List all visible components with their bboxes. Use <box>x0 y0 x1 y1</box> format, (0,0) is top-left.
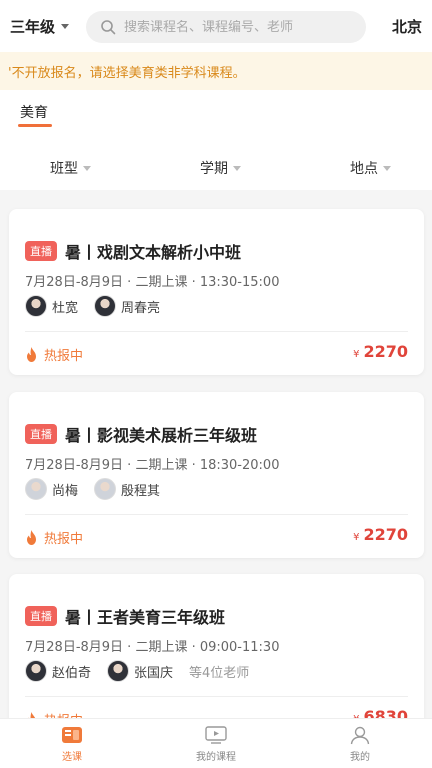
tabbar-label: 选课 <box>62 752 82 763</box>
video-course-icon <box>205 726 227 744</box>
course-title: 暑丨影视美术展析三年级班 <box>65 426 258 445</box>
course-card[interactable]: 直播 暑丨王者美育三年级班 7月28日-8月9日 · 二期上课 · 09:00-… <box>9 574 424 740</box>
person-icon <box>350 726 370 745</box>
course-schedule: 7月28日-8月9日 · 二期上课 · 18:30-20:00 <box>25 458 280 473</box>
filter-bar: 班型 学期 地点 <box>0 142 432 190</box>
divider <box>25 331 408 332</box>
teacher-item: 杜宽 <box>25 295 78 317</box>
fire-icon <box>27 530 36 545</box>
category-tabs: 美育 <box>0 90 432 142</box>
avatar <box>25 660 47 682</box>
avatar <box>94 295 117 317</box>
course-card[interactable]: 直播 暑丨戏剧文本解析小中班 7月28日-8月9日 · 二期上课 · 13:30… <box>9 209 424 375</box>
price: ¥2270 <box>353 342 408 361</box>
status-label: 热报中 <box>25 528 83 547</box>
chevron-down-icon <box>383 165 391 171</box>
filter-class-type[interactable]: 班型 <box>50 158 91 178</box>
avatar <box>107 660 130 682</box>
divider <box>25 514 408 515</box>
price: ¥2270 <box>353 525 408 544</box>
course-card[interactable]: 直播 暑丨影视美术展析三年级班 7月28日-8月9日 · 二期上课 · 18:3… <box>9 392 424 558</box>
grade-selector[interactable]: 三年级 <box>10 16 70 37</box>
teacher-list: 赵伯奇 张国庆 等4位老师 <box>25 660 249 682</box>
teacher-name: 赵伯奇 <box>52 665 92 681</box>
chevron-down-icon <box>233 165 241 171</box>
bottom-tab-bar: 选课 我的课程 我的 <box>0 718 432 768</box>
tab-meiyu[interactable]: 美育 <box>20 102 48 122</box>
more-teachers: 等4位老师 <box>189 665 250 681</box>
price-value: 2270 <box>363 342 408 361</box>
grade-label: 三年级 <box>10 17 56 36</box>
tabbar-item-select-course[interactable]: 选课 <box>0 719 144 768</box>
teacher-name: 张国庆 <box>134 665 174 681</box>
tabbar-item-my-courses[interactable]: 我的课程 <box>144 719 288 768</box>
teacher-item: 周春亮 <box>94 295 160 317</box>
tabbar-label: 我的 <box>350 752 370 763</box>
teacher-list: 尚梅 殷程其 <box>25 478 176 500</box>
status-text: 热报中 <box>44 532 84 547</box>
currency-symbol: ¥ <box>353 532 360 543</box>
avatar <box>94 478 117 500</box>
notice-banner: '不开放报名，请选择美育类非学科课程。 <box>0 52 432 90</box>
avatar <box>25 478 47 500</box>
course-title: 暑丨王者美育三年级班 <box>65 608 226 627</box>
book-icon <box>62 727 82 743</box>
course-schedule: 7月28日-8月9日 · 二期上课 · 13:30-15:00 <box>25 275 280 290</box>
search-icon <box>101 20 116 35</box>
teacher-name: 杜宽 <box>52 300 79 316</box>
live-badge: 直播 <box>25 241 57 261</box>
search-box[interactable] <box>86 11 366 43</box>
price-value: 2270 <box>363 525 408 544</box>
divider <box>25 696 408 697</box>
status-text: 热报中 <box>44 349 84 364</box>
chevron-down-icon <box>61 23 70 29</box>
course-title: 暑丨戏剧文本解析小中班 <box>65 243 242 262</box>
course-schedule: 7月28日-8月9日 · 二期上课 · 09:00-11:30 <box>25 640 280 655</box>
filter-term[interactable]: 学期 <box>200 158 241 178</box>
tab-active-indicator <box>18 124 52 127</box>
teacher-item: 尚梅 <box>25 478 78 500</box>
top-bar: 三年级 北京 <box>0 0 432 52</box>
filter-label: 学期 <box>200 161 228 177</box>
chevron-down-icon <box>83 165 91 171</box>
filter-label: 班型 <box>50 161 78 177</box>
teacher-name: 周春亮 <box>121 300 161 316</box>
tabbar-label: 我的课程 <box>196 752 236 763</box>
status-label: 热报中 <box>25 345 83 364</box>
live-badge: 直播 <box>25 424 57 444</box>
teacher-name: 殷程其 <box>121 483 161 499</box>
teacher-list: 杜宽 周春亮 <box>25 295 176 317</box>
filter-label: 地点 <box>350 161 378 177</box>
filter-location[interactable]: 地点 <box>350 158 391 178</box>
fire-icon <box>27 347 36 362</box>
city-selector[interactable]: 北京 <box>392 16 422 37</box>
teacher-item: 赵伯奇 <box>25 660 91 682</box>
live-badge: 直播 <box>25 606 57 626</box>
tabbar-item-mine[interactable]: 我的 <box>288 719 432 768</box>
search-input[interactable] <box>124 19 354 35</box>
teacher-name: 尚梅 <box>52 483 79 499</box>
currency-symbol: ¥ <box>353 349 360 360</box>
teacher-item: 张国庆 <box>107 660 173 682</box>
teacher-item: 殷程其 <box>94 478 160 500</box>
avatar <box>25 295 47 317</box>
